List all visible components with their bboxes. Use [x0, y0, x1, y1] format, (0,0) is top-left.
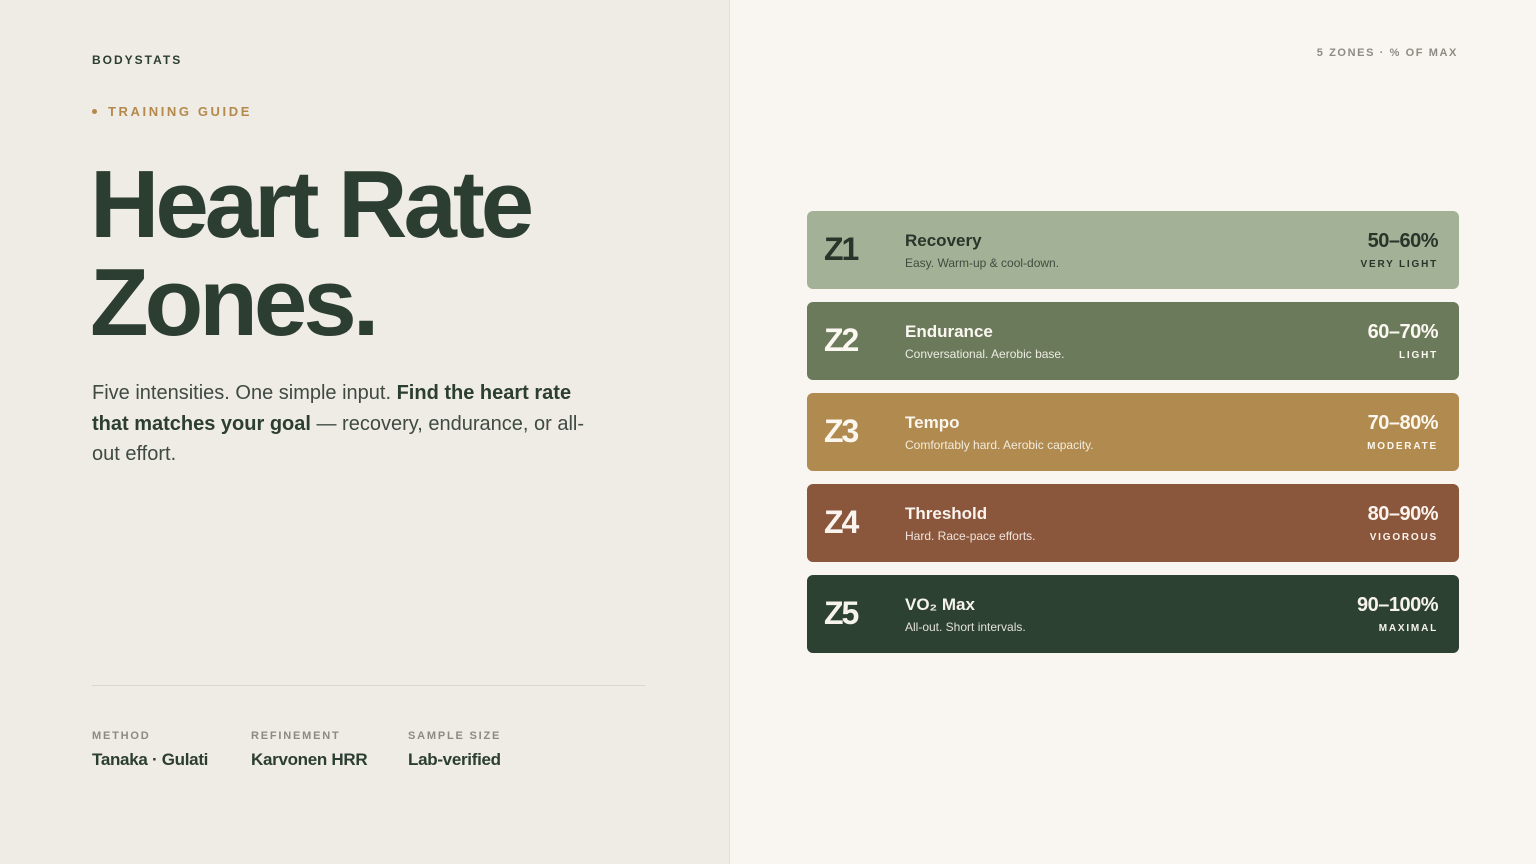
zone-description: Easy. Warm-up & cool-down.	[905, 256, 1060, 270]
meta-value: Karvonen HRR	[251, 750, 368, 769]
meta-label: SAMPLE SIZE	[408, 730, 502, 742]
page-title-line-1: Heart Rate	[90, 151, 534, 258]
zone-description: Hard. Race-pace efforts.	[905, 529, 1036, 543]
meta-sample-size: SAMPLE SIZE Lab-verified	[408, 730, 501, 770]
zone-card-z3[interactable]: Z3 Tempo Comfortably hard. Aerobic capac…	[807, 393, 1459, 471]
zone-code: Z2	[824, 322, 859, 358]
zone-code: Z5	[824, 595, 859, 631]
zone-intensity: VIGOROUS	[1369, 532, 1438, 543]
meta-label: METHOD	[92, 730, 151, 742]
zone-card-z4[interactable]: Z4 Threshold Hard. Race-pace efforts. 80…	[807, 484, 1459, 562]
zone-intensity: MAXIMAL	[1378, 623, 1438, 634]
zone-card-z5[interactable]: Z5 VO₂ Max All-out. Short intervals. 90–…	[807, 575, 1459, 653]
zone-code: Z1	[824, 231, 859, 267]
zone-percent-range: 70–80%	[1367, 412, 1439, 434]
zone-percent-range: 80–90%	[1367, 503, 1439, 525]
zone-card-z2[interactable]: Z2 Endurance Conversational. Aerobic bas…	[807, 302, 1459, 380]
zone-name: Endurance	[905, 322, 993, 341]
eyebrow-text: TRAINING GUIDE	[108, 104, 253, 119]
zone-code: Z3	[824, 413, 859, 449]
page-title-line-2: Zones.	[90, 249, 379, 356]
zone-intensity: LIGHT	[1399, 350, 1438, 361]
divider	[92, 685, 645, 686]
zone-description: All-out. Short intervals.	[905, 620, 1026, 634]
meta-method: METHOD Tanaka · Gulati	[92, 730, 208, 770]
eyebrow-label: TRAINING GUIDE	[92, 104, 252, 119]
zone-name: Recovery	[905, 231, 982, 250]
zones-count-note: 5 ZONES · % OF MAX	[1316, 47, 1458, 59]
lead-text-1: Five intensities. One simple input.	[92, 382, 397, 404]
meta-value: Lab-verified	[408, 750, 501, 769]
zone-description: Comfortably hard. Aerobic capacity.	[905, 438, 1094, 452]
zone-intensity: MODERATE	[1367, 441, 1438, 452]
zone-list: Z1 Recovery Easy. Warm-up & cool-down. 5…	[807, 211, 1459, 666]
zone-percent-range: 90–100%	[1356, 594, 1439, 616]
page-title: Heart Rate Zones.	[90, 151, 534, 356]
zone-name: Tempo	[905, 413, 960, 432]
left-panel: BODYSTATS TRAINING GUIDE Heart Rate Zone…	[0, 0, 730, 864]
brand-logo: BODYSTATS	[92, 53, 183, 67]
zone-percent-range: 60–70%	[1367, 321, 1439, 343]
lead-paragraph: Five intensities. One simple input. Find…	[92, 378, 592, 470]
zone-description: Conversational. Aerobic base.	[905, 347, 1065, 361]
meta-refinement: REFINEMENT Karvonen HRR	[251, 730, 368, 770]
meta-label: REFINEMENT	[251, 730, 341, 742]
zone-code: Z4	[824, 504, 859, 540]
zone-name: VO₂ Max	[905, 595, 975, 614]
zone-name: Threshold	[905, 504, 988, 523]
bullet-dot-icon	[92, 109, 97, 114]
zone-percent-range: 50–60%	[1367, 230, 1439, 252]
zone-intensity: VERY LIGHT	[1360, 259, 1438, 270]
meta-value: Tanaka · Gulati	[92, 750, 209, 769]
zone-card-z1[interactable]: Z1 Recovery Easy. Warm-up & cool-down. 5…	[807, 211, 1459, 289]
